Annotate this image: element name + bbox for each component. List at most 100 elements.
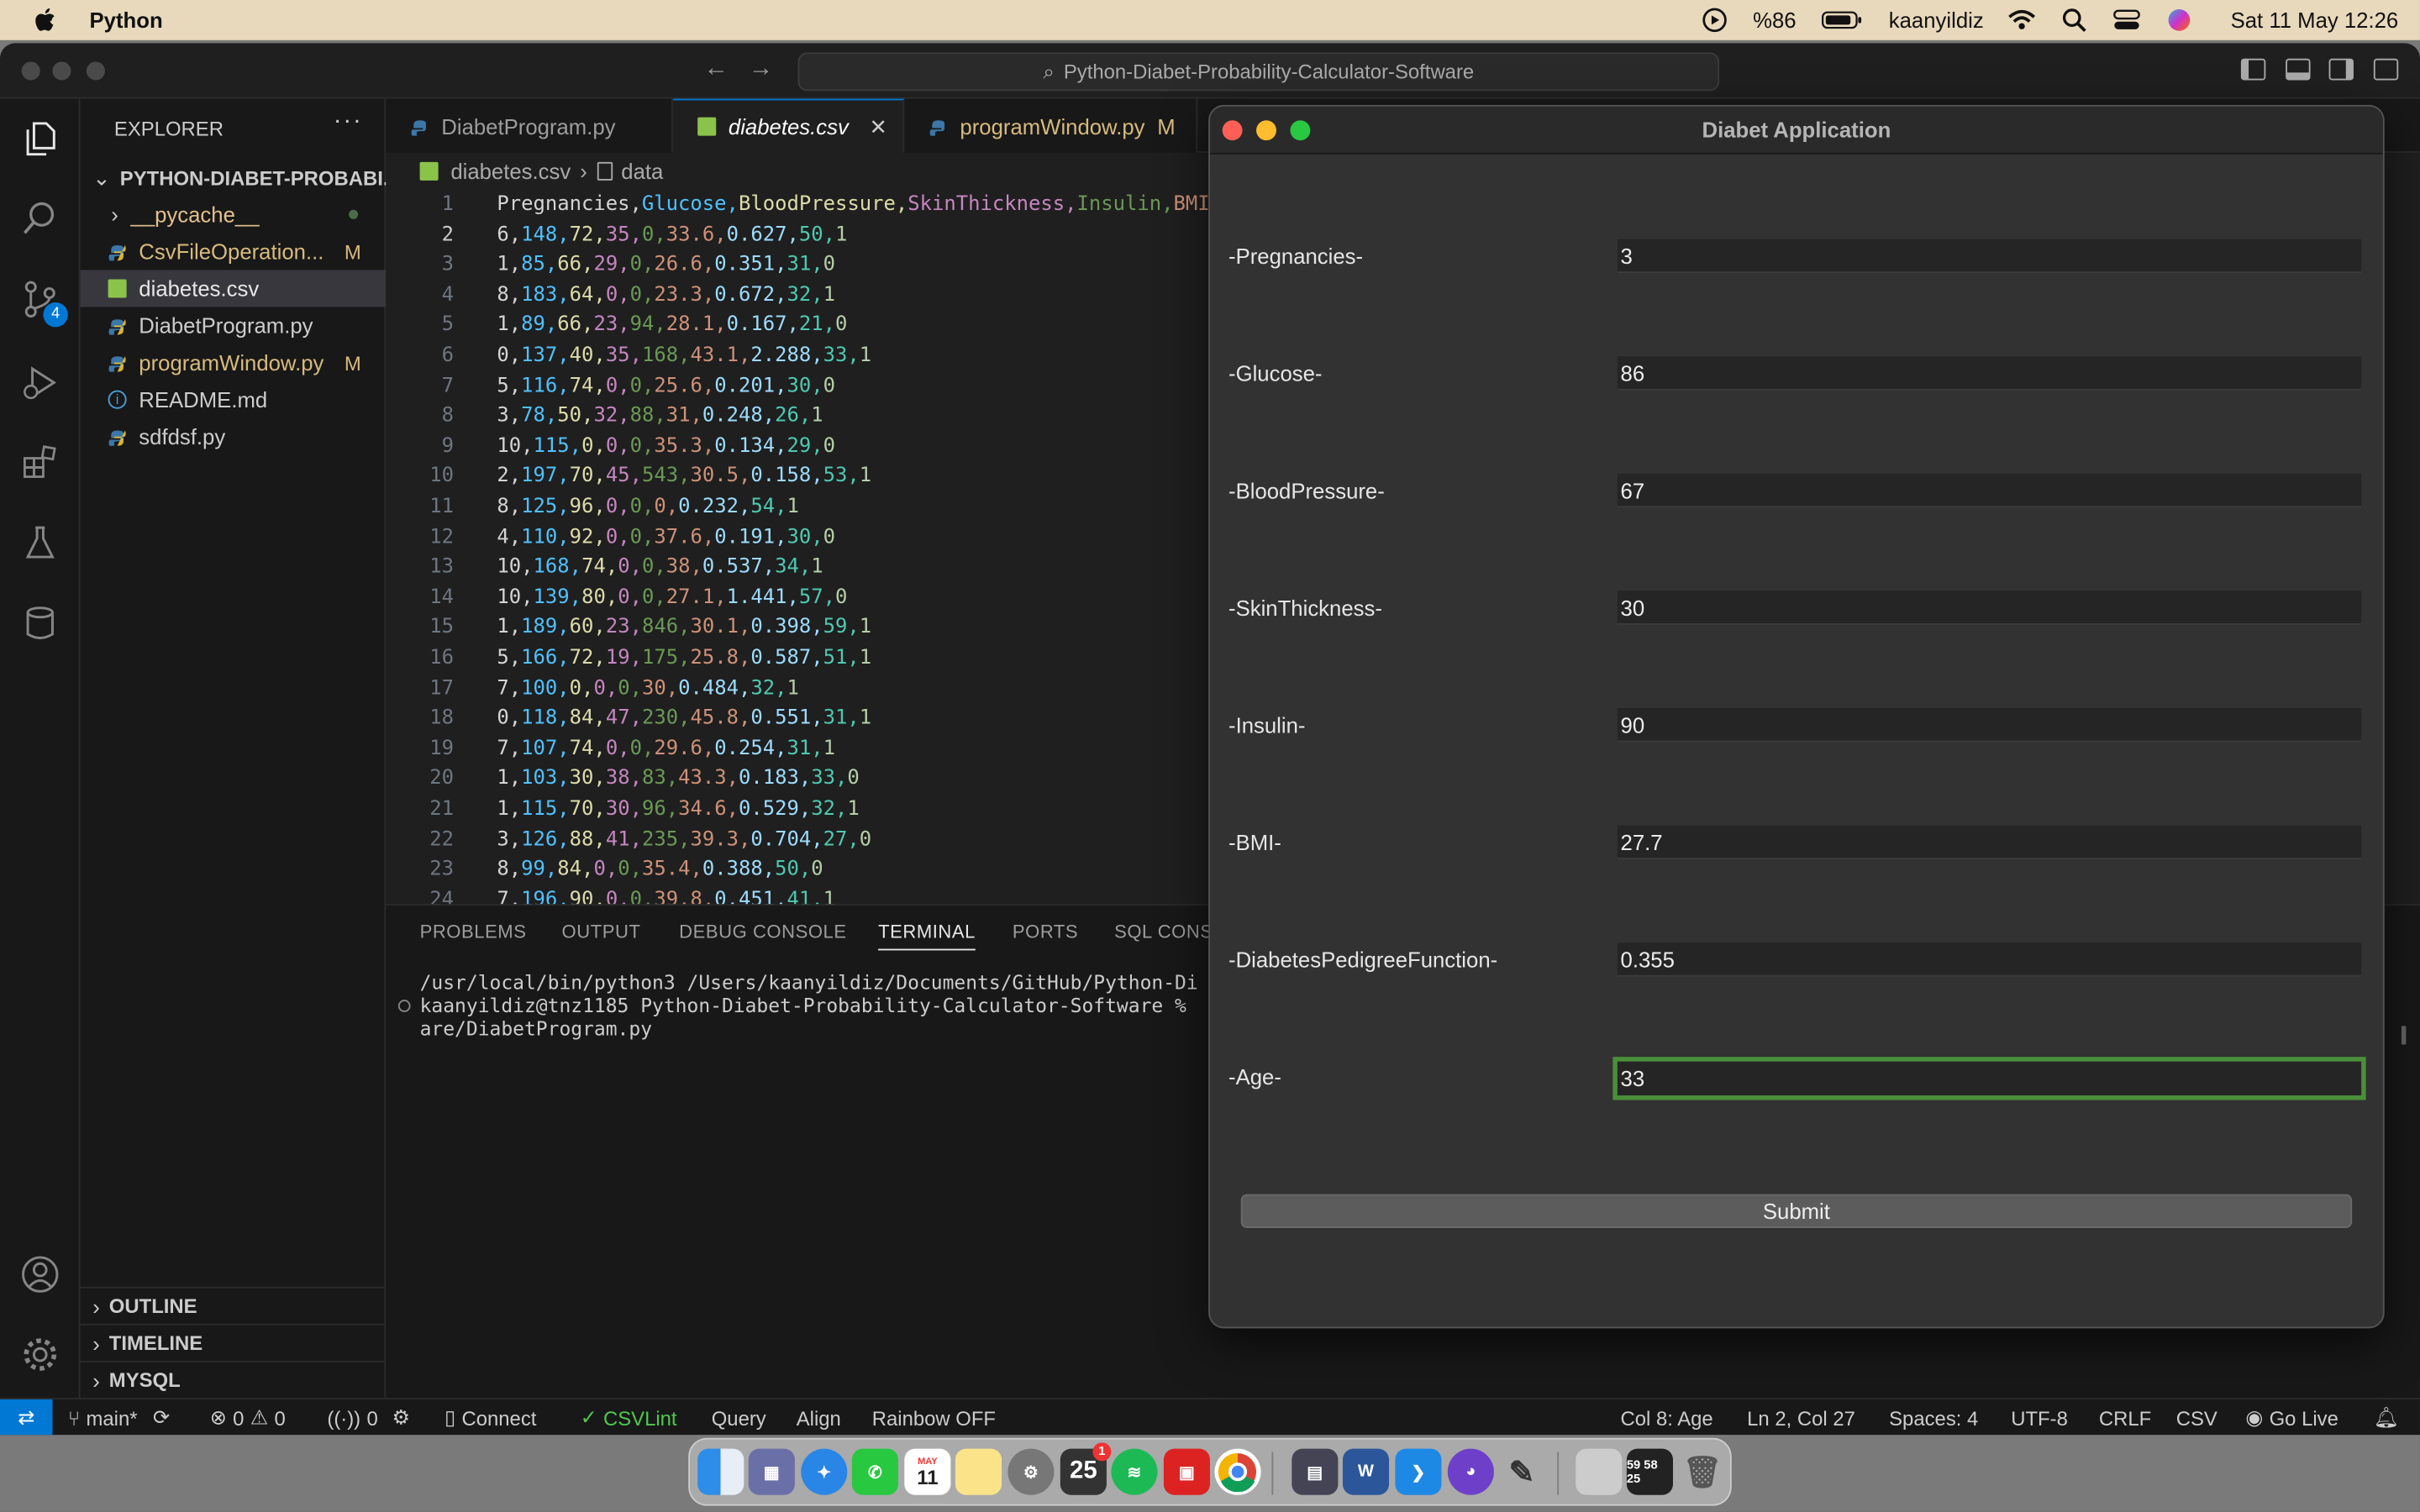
settings-gear-icon[interactable] bbox=[18, 1333, 61, 1376]
blood-pressure-input[interactable] bbox=[1617, 473, 2362, 508]
file-item-diabetprogram[interactable]: DiabetProgram.py bbox=[81, 307, 387, 344]
zoom-window-button[interactable] bbox=[1290, 120, 1311, 141]
end-of-line[interactable]: CRLF bbox=[2099, 1399, 2151, 1435]
toggle-secondary-sidebar-icon[interactable] bbox=[2328, 58, 2354, 81]
file-item-pycache[interactable]: › __pycache__ bbox=[81, 196, 387, 233]
file-item-diabetes-csv[interactable]: diabetes.csv bbox=[80, 270, 387, 307]
skin-thickness-input[interactable] bbox=[1617, 591, 2362, 625]
breadcrumb-section[interactable]: data bbox=[621, 159, 663, 183]
panel-tab-output[interactable]: OUTPUT bbox=[562, 921, 641, 943]
panel-tab-problems[interactable]: PROBLEMS bbox=[420, 921, 527, 943]
diabetes-pedigree-input[interactable] bbox=[1617, 942, 2362, 977]
minimize-window-button[interactable] bbox=[52, 61, 71, 81]
system-settings-icon[interactable]: ⚙ bbox=[1007, 1448, 1055, 1495]
launchpad-icon[interactable]: ▦ bbox=[748, 1448, 795, 1495]
language-mode[interactable]: CSV bbox=[2176, 1399, 2217, 1435]
trash-icon[interactable]: 🗑︎ bbox=[1679, 1449, 1725, 1495]
downloads-stack-icon[interactable] bbox=[1576, 1448, 1623, 1495]
ports-indicator[interactable]: ((·)) 0 bbox=[327, 1399, 377, 1435]
section-timeline[interactable]: › TIMELINE bbox=[80, 1323, 387, 1361]
word-icon[interactable]: W bbox=[1342, 1448, 1390, 1495]
go-live-button[interactable]: ◉ Go Live bbox=[2245, 1399, 2338, 1435]
file-item-sdfdsf[interactable]: sdfdsf.py bbox=[81, 418, 387, 455]
csvlint-button[interactable]: ✓ CSVLint bbox=[581, 1399, 677, 1435]
code-editor[interactable]: 1 Pregnancies,Glucose,BloodPressure,SkinT… bbox=[386, 190, 1219, 906]
rainbow-toggle[interactable]: Rainbow OFF bbox=[872, 1399, 996, 1435]
battery-icon[interactable] bbox=[1821, 6, 1864, 34]
control-center-icon[interactable] bbox=[2113, 6, 2141, 34]
file-item-readme[interactable]: i README.md bbox=[81, 381, 387, 418]
presentation-app-icon[interactable]: ▣ bbox=[1163, 1448, 1210, 1495]
encoding[interactable]: UTF-8 bbox=[2011, 1399, 2068, 1435]
more-actions-icon[interactable]: ··· bbox=[334, 108, 363, 136]
customize-layout-icon[interactable] bbox=[2373, 58, 2399, 81]
preview-app-icon[interactable]: ▤ bbox=[1292, 1448, 1339, 1495]
finder-icon[interactable] bbox=[697, 1448, 744, 1495]
close-window-button[interactable] bbox=[21, 61, 40, 81]
indentation[interactable]: Spaces: 4 bbox=[1889, 1399, 1978, 1435]
toggle-panel-icon[interactable] bbox=[2286, 58, 2311, 81]
notes-icon[interactable] bbox=[955, 1448, 1002, 1495]
user-name[interactable]: kaanyildiz bbox=[1889, 8, 1984, 32]
panel-tab-sql-console[interactable]: SQL CONS bbox=[1114, 921, 1213, 943]
github-desktop-icon[interactable]: ◕ bbox=[1447, 1448, 1494, 1495]
breadcrumb-file[interactable]: diabetes.csv bbox=[450, 159, 571, 183]
age-input[interactable] bbox=[1612, 1057, 2366, 1100]
file-item-programwindow[interactable]: programWindow.py M bbox=[81, 344, 387, 381]
debug-icon[interactable]: ⚙ bbox=[392, 1399, 410, 1435]
whatsapp-icon[interactable]: ✆ bbox=[851, 1448, 898, 1495]
pregnancies-input[interactable] bbox=[1617, 239, 2362, 274]
align-button[interactable]: Align bbox=[797, 1399, 841, 1435]
vscode-icon[interactable]: ❯ bbox=[1395, 1448, 1442, 1495]
csv-column-indicator[interactable]: Col 8: Age bbox=[1621, 1399, 1713, 1435]
extensions-icon[interactable] bbox=[18, 441, 61, 484]
panel-tab-terminal[interactable]: TERMINAL bbox=[878, 921, 976, 951]
scrollbar-thumb[interactable] bbox=[2401, 1026, 2407, 1045]
file-item-csvfileoperation[interactable]: CsvFileOperation... M bbox=[81, 233, 387, 270]
siri-icon[interactable] bbox=[2165, 6, 2193, 34]
tab-diabetprogram[interactable]: DiabetProgram.py bbox=[386, 98, 673, 153]
accounts-icon[interactable] bbox=[18, 1252, 61, 1295]
cursor-position[interactable]: Ln 2, Col 27 bbox=[1747, 1399, 1855, 1435]
run-debug-icon[interactable] bbox=[18, 361, 61, 404]
pen-tool-icon[interactable]: ✎ bbox=[1498, 1449, 1544, 1495]
connect-button[interactable]: ▯ Connect bbox=[445, 1399, 536, 1435]
submit-button[interactable]: Submit bbox=[1240, 1194, 2353, 1229]
zoom-window-button[interactable] bbox=[86, 61, 105, 81]
date-widget-icon[interactable]: 25 1 bbox=[1060, 1442, 1112, 1495]
glucose-input[interactable] bbox=[1617, 356, 2362, 391]
calendar-icon[interactable]: MAY 11 bbox=[904, 1448, 951, 1495]
query-button[interactable]: Query bbox=[712, 1399, 766, 1435]
date-time[interactable]: Sat 11 May 12:26 bbox=[2231, 8, 2399, 32]
explorer-icon[interactable] bbox=[18, 118, 61, 160]
command-center[interactable]: ⌕ Python-Diabet-Probability-Calculator-S… bbox=[797, 52, 1720, 92]
remote-icon[interactable]: ⇄ bbox=[0, 1399, 53, 1436]
branch-indicator[interactable]: ⑂ main* ⟳ bbox=[68, 1399, 170, 1435]
safari-icon[interactable]: ✦ bbox=[801, 1448, 848, 1495]
clock-widget-icon[interactable]: 59 58 25 bbox=[1626, 1448, 1673, 1495]
search-view-icon[interactable] bbox=[18, 197, 61, 240]
forward-arrow-icon[interactable]: → bbox=[749, 55, 773, 83]
minimize-window-button[interactable] bbox=[1256, 120, 1276, 141]
spotify-icon[interactable]: ≋ bbox=[1111, 1448, 1158, 1495]
source-control-icon[interactable]: 4 bbox=[18, 278, 68, 328]
wifi-icon[interactable] bbox=[2008, 6, 2036, 34]
apple-icon[interactable] bbox=[34, 8, 58, 32]
bmi-input[interactable] bbox=[1617, 825, 2362, 860]
close-tab-icon[interactable]: ✕ bbox=[870, 113, 888, 139]
section-mysql[interactable]: › MYSQL bbox=[80, 1360, 387, 1398]
panel-tab-ports[interactable]: PORTS bbox=[1013, 921, 1078, 943]
active-app-name[interactable]: Python bbox=[90, 8, 163, 32]
database-icon[interactable] bbox=[18, 601, 61, 644]
insulin-input[interactable] bbox=[1617, 708, 2362, 743]
back-arrow-icon[interactable]: ← bbox=[704, 55, 729, 83]
chrome-icon[interactable] bbox=[1214, 1448, 1261, 1495]
tab-programwindow[interactable]: programWindow.py M bbox=[904, 98, 1198, 153]
toggle-primary-sidebar-icon[interactable] bbox=[2240, 58, 2266, 81]
spotlight-search-icon[interactable] bbox=[2061, 6, 2089, 34]
section-outline[interactable]: › OUTLINE bbox=[80, 1286, 387, 1324]
project-folder[interactable]: ⌄ PYTHON-DIABET-PROBABI... bbox=[81, 159, 386, 196]
problems-indicator[interactable]: ⊗ 0 ⚠ 0 bbox=[210, 1399, 286, 1435]
notifications-bell-icon[interactable]: 🔔︎ bbox=[2374, 1399, 2399, 1435]
close-window-button[interactable] bbox=[1222, 120, 1243, 141]
